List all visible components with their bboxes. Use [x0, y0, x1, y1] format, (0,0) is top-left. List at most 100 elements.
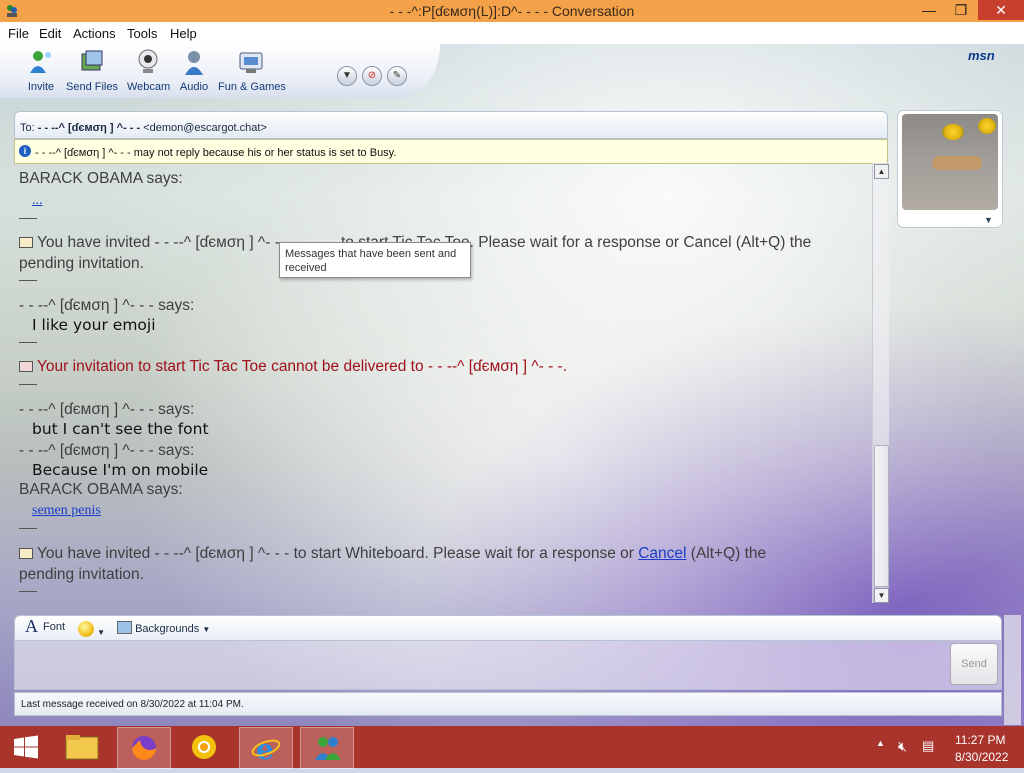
msn-messenger-icon — [315, 737, 341, 760]
contact-avatar-panel: ▼ — [897, 110, 1003, 228]
busy-notice: i - - --^ [ɗємση ] ^- - - may not reply … — [14, 139, 888, 164]
start-icon — [14, 735, 38, 759]
status-bar: Last message received on 8/30/2022 at 11… — [14, 692, 1002, 716]
cancel-link[interactable]: Cancel — [638, 545, 686, 562]
avatar-flower — [978, 118, 996, 134]
envelope-error-icon — [19, 361, 33, 373]
maximize-button[interactable]: ❐ — [946, 0, 976, 20]
toolbar-more-button[interactable]: ▼ — [337, 66, 357, 86]
to-bar: To: - - --^ [ɗємση ] ^- - - <demon@escar… — [14, 111, 888, 139]
conversation-scrollbar[interactable]: ▲ ▼ — [872, 163, 889, 603]
taskbar: e ▲ 🔇︎ ▤ 11:27 PM 8/30/2022 — [0, 726, 1024, 769]
chevron-down-icon: ▼ — [97, 628, 105, 637]
message-text: but I can't see the font — [32, 420, 209, 438]
to-contact-email: <demon@escargot.chat> — [143, 122, 267, 134]
avatar-dog — [932, 156, 982, 170]
message-separator — [19, 280, 37, 281]
message-text: I like your emoji — [32, 316, 156, 334]
tooltip: Messages that have been sent and receive… — [279, 242, 471, 278]
conversation-history[interactable]: BARACK OBAMA says: ... You have invited … — [14, 163, 872, 603]
menu-bar: File Edit Actions Tools Help — [0, 22, 1024, 44]
message-separator — [19, 342, 37, 343]
minimize-button[interactable]: — — [914, 0, 944, 20]
block-icon: ⊘ — [367, 70, 377, 81]
send-files-icon — [81, 50, 103, 71]
clock-date[interactable]: 8/30/2022 — [955, 750, 1008, 764]
fun-games-button[interactable]: Fun & Games — [218, 47, 286, 93]
title-bar: - - -^:P[ɗємση(L)]:D^- - - - Conversatio… — [0, 0, 1024, 22]
message-separator — [19, 591, 37, 592]
invite-button[interactable]: Invite — [22, 47, 60, 93]
message-sender: BARACK OBAMA says: — [19, 481, 183, 498]
menu-actions[interactable]: Actions — [73, 26, 116, 41]
clock-time[interactable]: 11:27 PM — [955, 733, 1005, 747]
message-sender: BARACK OBAMA says: — [19, 170, 183, 187]
message-sender: - - --^ [ɗємση ] ^- - - says: — [19, 297, 195, 314]
message-separator — [19, 218, 37, 219]
start-button[interactable] — [0, 727, 52, 767]
toolbar: Invite Send Files Webcam Audio Fun & Gam… — [0, 44, 440, 98]
menu-help[interactable]: Help — [170, 26, 197, 41]
invite-icon — [30, 51, 51, 73]
msn-messenger-button[interactable] — [300, 727, 354, 769]
to-label: To: — [20, 122, 35, 134]
avatar-menu-arrow-icon[interactable]: ▼ — [984, 215, 993, 225]
chrome-icon — [192, 735, 216, 759]
webcam-icon — [138, 49, 158, 73]
internet-explorer-button[interactable]: e — [239, 727, 293, 769]
network-icon[interactable]: ▤ — [922, 738, 934, 754]
pen-button[interactable]: ✎ — [387, 66, 407, 86]
send-button[interactable]: Send — [950, 643, 998, 685]
close-button[interactable]: ✕ — [978, 0, 1024, 20]
chevron-up-icon: ▲ — [877, 167, 886, 176]
contact-avatar[interactable] — [902, 114, 998, 210]
menu-file[interactable]: File — [8, 26, 29, 41]
internet-explorer-icon: e — [251, 733, 281, 766]
chrome-button[interactable] — [178, 727, 230, 767]
invitation-line-1: You have invited - - --^ [ɗємση ] ^- - - — [19, 234, 289, 252]
invitation-line-2: pending invitation. — [19, 255, 144, 272]
file-explorer-button[interactable] — [56, 727, 108, 767]
error-line: Your invitation to start Tic Tac Toe can… — [19, 358, 567, 376]
input-toolbar: A Font ▼ Backgrounds ▼ — [14, 615, 1002, 641]
message-separator — [19, 384, 37, 385]
tray-expand-icon[interactable]: ▲ — [876, 738, 885, 748]
firefox-icon — [132, 736, 156, 760]
to-contact-name[interactable]: - - --^ [ɗємση ] ^- - - — [38, 122, 140, 134]
window-title: - - -^:P[ɗємση(L)]:D^- - - - Conversatio… — [389, 3, 635, 19]
volume-muted-icon[interactable]: 🔇︎ — [898, 738, 907, 755]
send-files-button[interactable]: Send Files — [66, 47, 118, 93]
backgrounds-button[interactable]: Backgrounds ▼ — [117, 621, 210, 635]
envelope-icon — [19, 548, 33, 560]
menu-tools[interactable]: Tools — [127, 26, 157, 41]
webcam-button[interactable]: Webcam — [127, 47, 170, 93]
menu-edit[interactable]: Edit — [39, 26, 61, 41]
window-scrollbar[interactable] — [1004, 615, 1021, 725]
status-text: Last message received on 8/30/2022 at 11… — [21, 699, 244, 710]
audio-button[interactable]: Audio — [178, 47, 210, 93]
audio-icon — [185, 51, 203, 75]
message-input[interactable] — [14, 640, 1002, 690]
message-separator — [19, 528, 37, 529]
block-button[interactable]: ⊘ — [362, 66, 382, 86]
font-button[interactable]: Font — [43, 621, 65, 633]
scroll-thumb[interactable] — [874, 445, 889, 587]
chevron-down-icon: ▼ — [342, 70, 352, 81]
message-sender: - - --^ [ɗємση ] ^- - - says: — [19, 442, 195, 459]
info-icon: i — [19, 145, 31, 157]
emoticon-icon — [78, 621, 94, 637]
invitation-line-3: You have invited - - --^ [ɗємση ] ^- - -… — [19, 545, 766, 563]
invitation-line-4: pending invitation. — [19, 566, 144, 583]
scroll-up-button[interactable]: ▲ — [874, 164, 889, 179]
message-link[interactable]: ... — [32, 193, 43, 209]
avatar-flower — [942, 124, 964, 140]
fun-games-icon — [239, 52, 263, 73]
envelope-icon — [19, 237, 33, 249]
pen-icon: ✎ — [392, 70, 402, 81]
message-link[interactable]: semen penis — [32, 503, 101, 519]
firefox-button[interactable] — [117, 727, 171, 769]
scroll-down-button[interactable]: ▼ — [874, 588, 889, 603]
busy-notice-text: - - --^ [ɗємση ] ^- - - may not reply be… — [35, 147, 397, 159]
message-text: Because I'm on mobile — [32, 461, 209, 479]
emoticon-button[interactable]: ▼ — [78, 621, 105, 638]
